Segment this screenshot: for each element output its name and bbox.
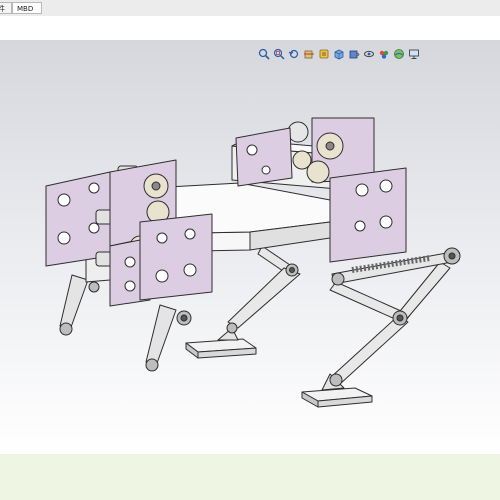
body-side-plate xyxy=(329,167,407,263)
left-front-leg xyxy=(145,304,192,372)
bearing-hole xyxy=(156,232,168,244)
front-foot-pad xyxy=(185,327,257,359)
rear-left-plate xyxy=(235,127,293,187)
status-area xyxy=(0,454,500,500)
quadruped-robot-model[interactable] xyxy=(0,0,500,500)
front-linkage-leg xyxy=(226,245,301,334)
left-rear-leg xyxy=(59,274,100,336)
front-main-plate xyxy=(139,213,213,301)
